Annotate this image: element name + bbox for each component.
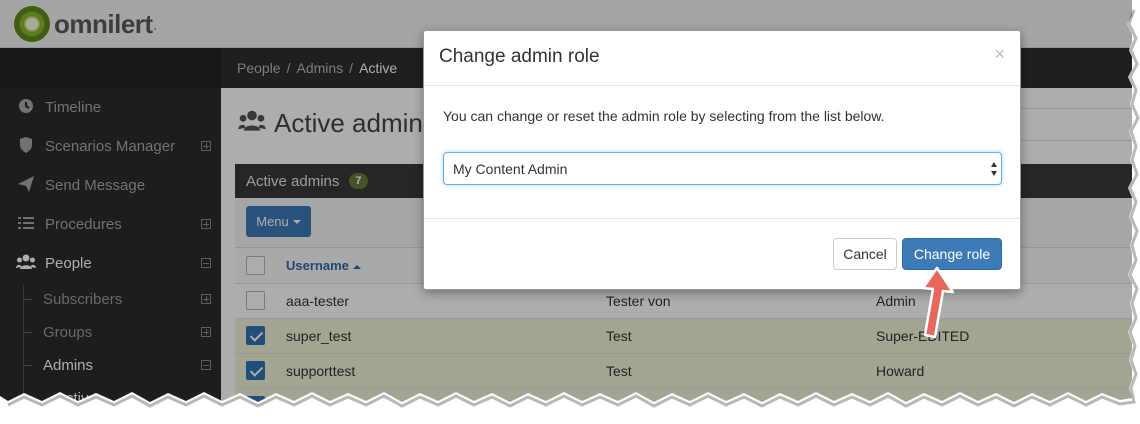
role-select[interactable]: My Content Admin	[443, 152, 1002, 185]
close-icon[interactable]: ×	[994, 44, 1005, 65]
cancel-button[interactable]: Cancel	[833, 238, 897, 270]
dialog-description: You can change or reset the admin role b…	[443, 108, 885, 124]
app-window: omnilert . Timeline Scenarios Manager Se…	[0, 0, 1132, 412]
dialog-header: Change admin role ×	[424, 31, 1020, 86]
role-select-value: My Content Admin	[453, 160, 568, 177]
dialog-title: Change admin role	[439, 46, 600, 67]
dialog-body: You can change or reset the admin role b…	[424, 86, 1020, 219]
select-arrows-icon	[991, 162, 998, 176]
callout-arrow-icon	[921, 266, 954, 339]
change-admin-role-dialog: Change admin role × You can change or re…	[423, 30, 1021, 290]
